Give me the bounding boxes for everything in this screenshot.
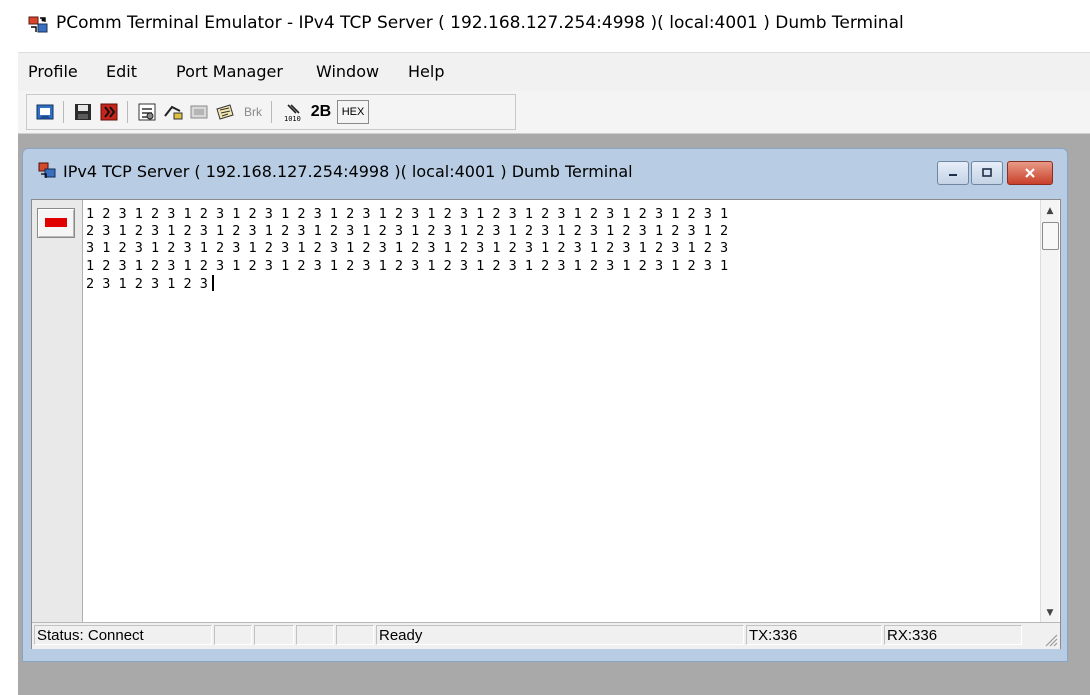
terminal-line: 3 1 2 3 1 2 3 1 2 3 1 2 3 1 2 3 1 2 3 1 … xyxy=(86,240,729,257)
terminal-client-area: 1 2 3 1 2 3 1 2 3 1 2 3 1 2 3 1 2 3 1 2 … xyxy=(31,199,1061,649)
restore-icon xyxy=(982,168,992,177)
status-tx-count: TX:336 xyxy=(746,625,882,645)
vertical-scrollbar[interactable]: ▲ ▼ xyxy=(1040,200,1059,622)
script-icon xyxy=(216,104,234,120)
transfer-icon xyxy=(164,105,183,120)
status-ready: Ready xyxy=(376,625,744,645)
capture-icon xyxy=(190,105,208,119)
connection-led-button[interactable] xyxy=(37,208,75,238)
status-pane-empty xyxy=(254,625,294,645)
terminal-line: 1 2 3 1 2 3 1 2 3 1 2 3 1 2 3 1 2 3 1 2 … xyxy=(86,206,729,222)
transfer-button[interactable] xyxy=(161,99,185,125)
menu-profile[interactable]: Profile xyxy=(28,62,78,81)
hex-icon: HEX xyxy=(341,106,365,118)
hex-button[interactable]: HEX xyxy=(337,100,369,124)
close-icon xyxy=(1025,168,1035,178)
status-rx-count: RX:336 xyxy=(884,625,1022,645)
terminal-line: 2 3 1 2 3 1 2 3 1 2 3 1 2 3 1 2 3 1 2 3 … xyxy=(86,223,729,240)
menu-bar: Profile Edit Port Manager Window Help xyxy=(18,52,1090,92)
svg-text:1010: 1010 xyxy=(284,115,301,123)
two-byte-button[interactable]: 2B xyxy=(307,99,335,125)
restore-button[interactable] xyxy=(971,161,1003,185)
connection-indicator-icon xyxy=(45,218,67,227)
open-profile-button[interactable] xyxy=(33,99,57,125)
terminal-line: 2 3 1 2 3 1 2 3 xyxy=(86,275,208,292)
text-cursor xyxy=(211,274,214,291)
child-title-bar[interactable]: IPv4 TCP Server ( 192.168.127.254:4998 )… xyxy=(23,149,1067,195)
menu-port-manager[interactable]: Port Manager xyxy=(176,62,283,81)
scrollbar-thumb[interactable] xyxy=(1042,222,1059,250)
terminal-line: 1 2 3 1 2 3 1 2 3 1 2 3 1 2 3 1 2 3 1 2 … xyxy=(86,257,729,274)
exit-button[interactable] xyxy=(97,99,121,125)
app-title-bar[interactable]: PComm Terminal Emulator - IPv4 TCP Serve… xyxy=(0,0,1090,52)
minimize-button[interactable] xyxy=(937,161,969,185)
status-pane-empty xyxy=(336,625,374,645)
save-button[interactable] xyxy=(71,99,95,125)
status-pane-empty xyxy=(214,625,252,645)
app-logo-icon xyxy=(28,15,48,35)
minimize-icon xyxy=(949,174,957,176)
menu-window[interactable]: Window xyxy=(316,62,379,81)
toolbar-separator xyxy=(127,101,128,123)
script-button[interactable] xyxy=(213,99,237,125)
toolbar-separator xyxy=(63,101,64,123)
exit-icon xyxy=(100,103,118,121)
menu-help[interactable]: Help xyxy=(408,62,444,81)
two-byte-icon: 2B xyxy=(310,103,332,120)
menu-edit[interactable]: Edit xyxy=(106,62,137,81)
status-pane-empty xyxy=(296,625,334,645)
close-button[interactable] xyxy=(1007,161,1053,185)
status-bar: Status: Connect Ready TX:336 RX:336 xyxy=(32,622,1060,649)
settings-button[interactable] xyxy=(135,99,159,125)
hex-mode-icon: 1010 xyxy=(284,104,301,123)
scroll-up-arrow-icon[interactable]: ▲ xyxy=(1041,202,1059,220)
settings-icon xyxy=(138,103,156,121)
mdi-workspace: IPv4 TCP Server ( 192.168.127.254:4998 )… xyxy=(18,134,1090,695)
terminal-child-window: IPv4 TCP Server ( 192.168.127.254:4998 )… xyxy=(22,148,1068,662)
status-gutter xyxy=(32,200,83,622)
toolbar: Brk 1010 2B HEX xyxy=(18,91,1090,134)
app-window: PComm Terminal Emulator - IPv4 TCP Serve… xyxy=(0,0,1090,695)
terminal-line-current: 2 3 1 2 3 1 2 3 xyxy=(86,274,1036,293)
resize-grip-icon[interactable] xyxy=(1042,631,1058,647)
terminal-session-icon xyxy=(37,160,57,180)
scroll-down-arrow-icon[interactable]: ▼ xyxy=(1041,604,1059,622)
open-profile-icon xyxy=(36,104,54,120)
toolbar-separator xyxy=(271,101,272,123)
break-button[interactable]: Brk xyxy=(239,99,267,125)
child-window-title: IPv4 TCP Server ( 192.168.127.254:4998 )… xyxy=(63,162,633,181)
status-connection: Status: Connect xyxy=(34,625,212,645)
app-title: PComm Terminal Emulator - IPv4 TCP Serve… xyxy=(56,13,904,33)
capture-button[interactable] xyxy=(187,99,211,125)
break-icon: Brk xyxy=(244,105,262,119)
hex-mode-button[interactable]: 1010 xyxy=(281,99,305,125)
save-icon xyxy=(75,104,91,120)
terminal-screen[interactable]: 1 2 3 1 2 3 1 2 3 1 2 3 1 2 3 1 2 3 1 2 … xyxy=(86,206,1036,616)
toolbar-group: Brk 1010 2B HEX xyxy=(26,94,516,130)
